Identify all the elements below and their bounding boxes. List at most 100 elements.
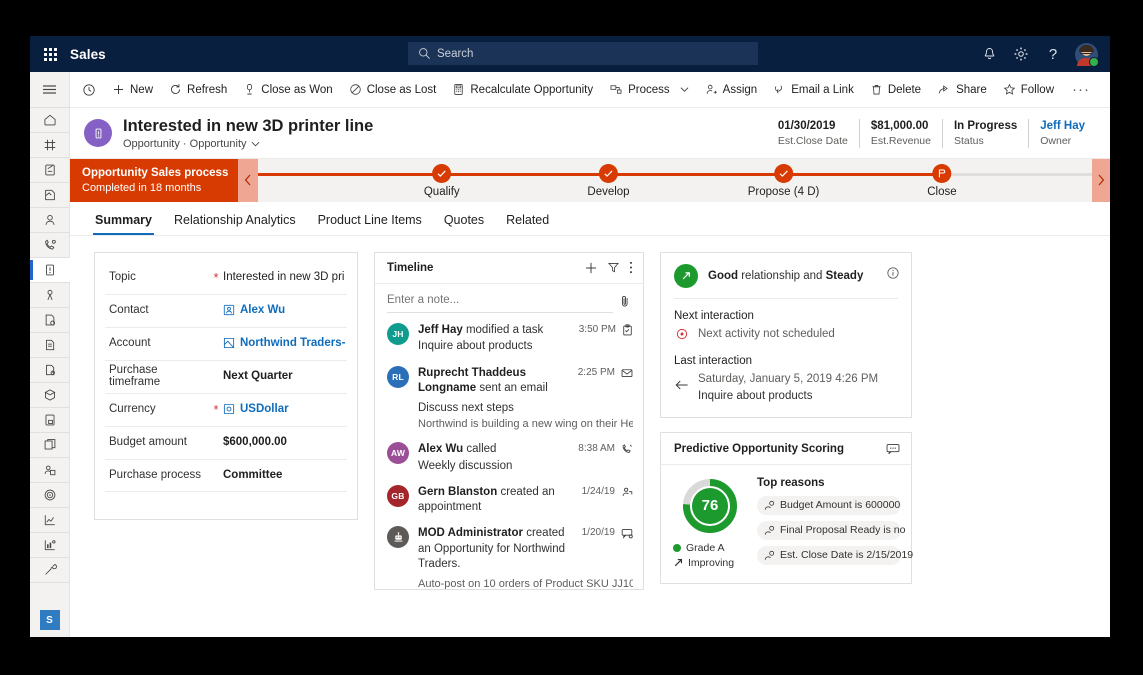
sidebar-item-home[interactable] <box>30 108 70 133</box>
sidebar-item-products[interactable] <box>30 383 70 408</box>
sidebar-item-goals[interactable] <box>30 483 70 508</box>
question-mark-icon[interactable]: ? <box>1038 36 1068 72</box>
waffle-grid-icon[interactable] <box>30 48 70 61</box>
timeline-item[interactable]: GB Gern Blanston created an appointment … <box>387 485 633 515</box>
bpf-stage-propose[interactable]: Propose (4 D) <box>748 159 820 198</box>
grade-dot-icon <box>673 544 681 552</box>
plus-icon[interactable] <box>584 261 598 275</box>
form-row-purchase-process[interactable]: Purchase process Committee <box>95 459 357 492</box>
field-value-lookup[interactable]: Alex Wu <box>223 304 285 316</box>
timeline-item[interactable]: RL Ruprecht Thaddeus Longname sent an em… <box>387 366 633 432</box>
close-as-won-button[interactable]: Close as Won <box>235 72 340 108</box>
business-process-flow: Opportunity Sales process Completed in 1… <box>70 159 1110 202</box>
sidebar-item-competitors[interactable] <box>30 283 70 308</box>
timeline-item[interactable]: JH Jeff Hay modified a task 3:50 PM Inqu <box>387 323 633 355</box>
form-row-account[interactable]: Account Northwind Traders-JT... <box>95 327 357 360</box>
bpf-name-block[interactable]: Opportunity Sales process Completed in 1… <box>70 159 238 202</box>
refresh-button[interactable]: Refresh <box>161 72 235 108</box>
sidebar-item-forecasts[interactable] <box>30 508 70 533</box>
timeline-actor: Jeff Hay <box>418 324 463 336</box>
note-input[interactable] <box>387 294 613 313</box>
field-value-lookup[interactable]: Northwind Traders-JT... <box>223 337 345 349</box>
field-value[interactable]: $600,000.00 <box>223 436 287 448</box>
tab-relationship-analytics[interactable]: Relationship Analytics <box>163 210 307 235</box>
sidebar-item-contacts[interactable] <box>30 208 70 233</box>
sidebar-item-reports[interactable] <box>30 533 70 558</box>
page-title: Interested in new 3D printer line <box>123 117 373 136</box>
more-vertical-icon[interactable] <box>629 261 633 274</box>
record-subtitle[interactable]: Opportunity · Opportunity <box>123 138 373 150</box>
tab-summary[interactable]: Summary <box>84 210 163 235</box>
assign-button[interactable]: Assign <box>697 72 766 108</box>
sidebar-item-price-lists[interactable] <box>30 408 70 433</box>
follow-button[interactable]: Follow <box>995 72 1062 108</box>
sidebar-item-sales-literature[interactable] <box>30 433 70 458</box>
close-as-lost-button[interactable]: Close as Lost <box>341 72 445 108</box>
global-search-box[interactable]: Search <box>408 42 758 65</box>
gear-icon[interactable] <box>1006 36 1036 72</box>
feedback-icon[interactable] <box>886 443 900 455</box>
share-button[interactable]: Share <box>929 72 995 108</box>
sidebar-item-tools[interactable] <box>30 558 70 583</box>
email-a-link-button[interactable]: Email a Link <box>765 72 862 108</box>
sidebar-item-activities[interactable] <box>30 158 70 183</box>
sidebar-item-invoices[interactable] <box>30 358 70 383</box>
chevron-down-icon[interactable] <box>680 85 689 94</box>
tab-related[interactable]: Related <box>495 210 560 235</box>
chevron-right-icon[interactable] <box>1092 159 1110 202</box>
bpf-status: Completed in 18 months <box>82 181 228 195</box>
timeline-item[interactable]: AW Alex Wu called 8:38 AM Weekly discuss <box>387 442 633 474</box>
field-label: Budget amount <box>109 436 209 448</box>
delete-button[interactable]: Delete <box>862 72 929 108</box>
sidebar-item-orders[interactable] <box>30 333 70 358</box>
form-row-contact[interactable]: Contact Alex Wu <box>95 294 357 327</box>
stat-owner[interactable]: Jeff Hay Owner <box>1028 119 1096 148</box>
chevron-down-icon[interactable] <box>251 138 260 150</box>
chevron-left-icon[interactable] <box>238 159 258 202</box>
process-label: Process <box>628 84 670 96</box>
stat-label: Est.Revenue <box>871 135 931 148</box>
sidebar-item-recently-viewed[interactable] <box>30 133 70 158</box>
field-value[interactable]: Committee <box>223 469 282 481</box>
sidebar-item-marketing-lists[interactable] <box>30 458 70 483</box>
field-value[interactable]: Interested in new 3D pri.. <box>223 271 345 283</box>
bpf-stage-qualify[interactable]: Qualify <box>424 159 460 198</box>
share-icon <box>937 83 951 96</box>
form-row-purchase-timeframe[interactable]: Purchase timeframe Next Quarter <box>95 360 357 393</box>
avatar: GB <box>387 485 409 507</box>
info-icon[interactable] <box>886 266 900 285</box>
field-label: Purchase process <box>109 469 209 481</box>
contact-icon <box>223 304 235 316</box>
bpf-stage-develop[interactable]: Develop <box>587 159 629 198</box>
last-interaction-subject: Inquire about products <box>698 388 878 404</box>
navigation-rail: S <box>30 72 70 637</box>
form-row-budget-amount[interactable]: Budget amount $600,000.00 <box>95 426 357 459</box>
form-row-currency[interactable]: Currency * USDollar <box>95 393 357 426</box>
avatar[interactable] <box>1075 43 1098 66</box>
field-value-lookup[interactable]: USDollar <box>223 403 289 415</box>
hamburger-icon[interactable] <box>30 72 70 108</box>
bpf-stage-close[interactable]: Close <box>927 159 956 198</box>
stat-value[interactable]: Jeff Hay <box>1040 119 1085 133</box>
sidebar-item-dashboards[interactable] <box>30 183 70 208</box>
command-overflow-button[interactable]: ··· <box>1062 72 1100 108</box>
tab-quotes[interactable]: Quotes <box>433 210 495 235</box>
paperclip-icon[interactable] <box>619 294 631 313</box>
form-row-topic[interactable]: Topic * Interested in new 3D pri.. <box>95 261 357 294</box>
sitemap-badge[interactable]: S <box>40 610 60 630</box>
sidebar-item-calls[interactable] <box>30 233 70 258</box>
process-button[interactable]: Process <box>601 72 697 108</box>
reason-chip[interactable]: Final Proposal Ready is no <box>757 521 901 540</box>
timeline-item[interactable]: MOD Administrator created an Opportunity… <box>387 526 633 589</box>
reason-chip[interactable]: Est. Close Date is 2/15/2019 <box>757 546 901 565</box>
bell-icon[interactable] <box>974 36 1004 72</box>
new-button[interactable]: New <box>104 72 161 108</box>
recalculate-opportunity-button[interactable]: Recalculate Opportunity <box>444 72 601 108</box>
recent-records-button[interactable] <box>74 72 104 108</box>
tab-product-line-items[interactable]: Product Line Items <box>307 210 433 235</box>
filter-icon[interactable] <box>607 261 620 274</box>
sidebar-item-opportunities[interactable] <box>30 258 70 283</box>
sidebar-item-quotes[interactable] <box>30 308 70 333</box>
reason-chip[interactable]: Budget Amount is 600000 <box>757 496 901 515</box>
field-value[interactable]: Next Quarter <box>223 370 293 382</box>
